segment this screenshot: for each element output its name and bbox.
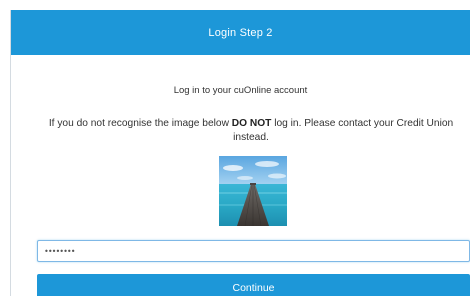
security-image [219,156,287,226]
security-warning: If you do not recognise the image below … [31,117,470,145]
warning-emphasis: DO NOT [231,118,272,129]
login-card: Login Step 2 Log in to your cuOnline acc… [10,10,470,296]
intro-text: Log in to your cuOnline account [173,85,308,96]
card-header: Login Step 2 [11,10,470,55]
warning-prefix: If you do not recognise the image below [48,118,232,129]
continue-button[interactable]: Continue [37,274,470,296]
page-title: Login Step 2 [208,26,273,39]
password-input[interactable] [37,240,470,262]
login-page: Login Step 2 Log in to your cuOnline acc… [0,0,470,296]
